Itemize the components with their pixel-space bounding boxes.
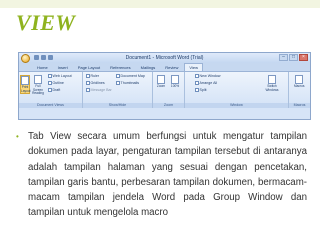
macros-icon <box>295 75 303 84</box>
draft-button[interactable]: Draft <box>48 88 60 92</box>
checkbox-icon <box>86 74 90 78</box>
print-layout-icon <box>21 76 29 85</box>
group-zoom: Zoom 100% Zoom <box>153 72 185 108</box>
group-show-hide: Ruler Gridlines Message Bar Document Map… <box>83 72 153 108</box>
maximize-icon[interactable]: □ <box>289 54 298 61</box>
tab-review[interactable]: Review <box>161 64 182 71</box>
thumbnails-checkbox[interactable]: Thumbnails <box>116 81 139 85</box>
zoom-100-button[interactable]: 100% <box>170 75 180 89</box>
slide: VIEW Document1 - Microsoft Word (Trial) … <box>0 0 320 240</box>
bullet-paragraph: • Tab View secara umum berfungsi untuk m… <box>16 129 307 221</box>
outline-button[interactable]: Outline <box>48 81 64 85</box>
ribbon-tabs: Home Insert Page Layout References Maili… <box>19 63 310 71</box>
checkbox-icon <box>116 74 120 78</box>
tab-references[interactable]: References <box>106 64 134 71</box>
group-window: New Window Arrange All Split Switch Wind… <box>185 72 289 108</box>
checkbox-icon <box>86 81 90 85</box>
group-label: Macros <box>289 103 310 108</box>
outline-icon <box>48 81 52 85</box>
new-window-icon <box>195 74 199 78</box>
arrange-all-icon <box>195 81 199 85</box>
web-layout-button[interactable]: Web Layout <box>48 74 72 78</box>
slide-title: VIEW <box>16 10 76 35</box>
switch-windows-icon <box>268 75 276 84</box>
macros-button[interactable]: Macros <box>294 75 304 89</box>
group-label: Zoom <box>153 103 184 108</box>
ribbon: Print Layout Full Screen Reading Web Lay… <box>19 71 310 108</box>
checkbox-icon <box>86 88 90 92</box>
web-layout-icon <box>48 74 52 78</box>
group-label: Show/Hide <box>83 103 152 108</box>
full-screen-reading-button[interactable]: Full Screen Reading <box>32 75 44 96</box>
split-icon <box>195 88 199 92</box>
group-document-views: Print Layout Full Screen Reading Web Lay… <box>19 72 83 108</box>
minimize-icon[interactable]: – <box>279 54 288 61</box>
tab-mailings[interactable]: Mailings <box>137 64 160 71</box>
word-screenshot: Document1 - Microsoft Word (Trial) – □ ×… <box>18 52 311 120</box>
ruler-checkbox[interactable]: Ruler <box>86 74 99 78</box>
draft-icon <box>48 88 52 92</box>
tab-view[interactable]: View <box>184 63 204 71</box>
new-window-button[interactable]: New Window <box>195 74 220 78</box>
tab-page-layout[interactable]: Page Layout <box>74 64 104 71</box>
arrange-all-button[interactable]: Arrange All <box>195 81 217 85</box>
group-label: Window <box>185 103 288 108</box>
zoom-100-icon <box>171 75 179 84</box>
close-icon[interactable]: × <box>299 54 308 61</box>
bullet-text: Tab View secara umum berfungsi untuk men… <box>28 131 307 219</box>
window-controls: – □ × <box>279 54 308 61</box>
document-map-checkbox[interactable]: Document Map <box>116 74 145 78</box>
slide-top-decoration <box>0 0 320 8</box>
split-button[interactable]: Split <box>195 88 207 92</box>
group-label: Document Views <box>19 103 82 108</box>
zoom-button[interactable]: Zoom <box>156 75 166 89</box>
group-macros: Macros Macros <box>289 72 310 108</box>
checkbox-icon <box>116 81 120 85</box>
message-bar-checkbox[interactable]: Message Bar <box>86 88 112 92</box>
magnifier-icon <box>157 75 165 84</box>
word-title-bar: Document1 - Microsoft Word (Trial) – □ × <box>19 53 310 63</box>
print-layout-button[interactable]: Print Layout <box>20 75 31 95</box>
full-screen-reading-icon <box>34 75 42 84</box>
gridlines-checkbox[interactable]: Gridlines <box>86 81 105 85</box>
tab-home[interactable]: Home <box>33 64 52 71</box>
bullet-marker: • <box>16 132 19 141</box>
tab-insert[interactable]: Insert <box>54 64 72 71</box>
window-title: Document1 - Microsoft Word (Trial) <box>125 55 204 61</box>
switch-windows-button[interactable]: Switch Windows <box>265 75 279 92</box>
